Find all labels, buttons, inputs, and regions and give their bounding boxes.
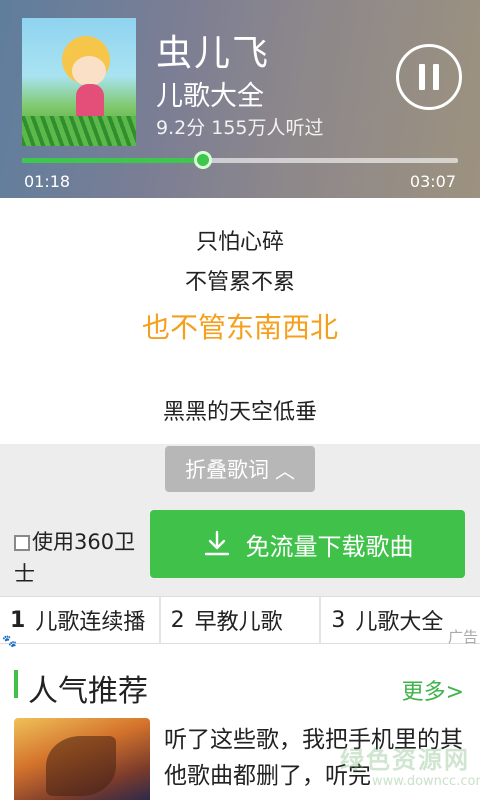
ad-badge: 广告	[447, 628, 478, 646]
total-time: 03:07	[409, 172, 456, 191]
lyric-line-active: 也不管东南西北	[141, 311, 338, 344]
download-icon	[204, 530, 229, 556]
paw-icon: 🐾	[2, 634, 17, 648]
popular-section-header: 人气推荐 更多>	[0, 652, 480, 718]
lyric-line: 黑黑的天空低垂	[162, 400, 317, 425]
download-label: 免流量下载歌曲	[245, 532, 414, 561]
screen: 虫儿飞 儿歌大全 9.2分 155万人听过 01:18 03:07 只怕心碎 不…	[0, 0, 480, 800]
playlist-tabs: 1 儿歌连续播 2 早教儿歌 3 儿歌大全	[0, 596, 480, 644]
song-meta: 9.2分 155万人听过	[156, 117, 324, 139]
collapse-lyrics-label: 折叠歌词	[185, 458, 269, 482]
pause-button[interactable]	[396, 44, 462, 110]
free-download-button[interactable]: 免流量下载歌曲	[150, 510, 465, 578]
use-360-checkbox[interactable]: 使用360卫士	[14, 526, 150, 582]
album-name[interactable]: 儿歌大全	[156, 74, 264, 113]
collapse-lyrics-button[interactable]: 折叠歌词 ︿	[165, 446, 315, 492]
tab-label: 儿歌连续播	[35, 610, 146, 635]
lyric-line: 不管累不累	[184, 270, 295, 295]
checkbox-label: 使用360卫士	[14, 530, 136, 582]
album-cover[interactable]	[22, 18, 136, 146]
watermark-url: www.downcc.com	[372, 774, 480, 789]
tab-label: 儿歌大全	[355, 610, 444, 635]
checkbox-icon[interactable]	[14, 535, 30, 551]
song-title: 虫儿飞	[156, 33, 271, 74]
tab-number: 3	[331, 607, 346, 633]
cover-grass	[22, 116, 136, 146]
current-time: 01:18	[24, 172, 71, 191]
watermark: 绿色资源网	[340, 746, 470, 774]
butterfly-image	[46, 736, 116, 796]
section-title: 人气推荐	[28, 674, 148, 709]
lyrics-panel: 只怕心碎 不管累不累 也不管东南西北 黑黑的天空低垂	[0, 198, 480, 444]
tab-number: 2	[170, 607, 185, 633]
chevron-up-icon: ︿	[275, 458, 295, 483]
recommend-thumbnail[interactable]	[14, 718, 150, 800]
tab-label: 早教儿歌	[194, 610, 283, 635]
section-accent-bar	[14, 670, 18, 698]
cover-girl-face	[72, 56, 106, 86]
progress-fill	[22, 158, 204, 163]
lyric-line: 只怕心碎	[195, 230, 284, 255]
progress-slider[interactable]	[22, 151, 458, 169]
tab-continuous-play[interactable]: 1 儿歌连续播	[0, 597, 161, 643]
more-link[interactable]: 更多>	[402, 674, 464, 706]
tab-number: 1	[10, 607, 26, 633]
tab-early-education[interactable]: 2 早教儿歌	[161, 597, 322, 643]
